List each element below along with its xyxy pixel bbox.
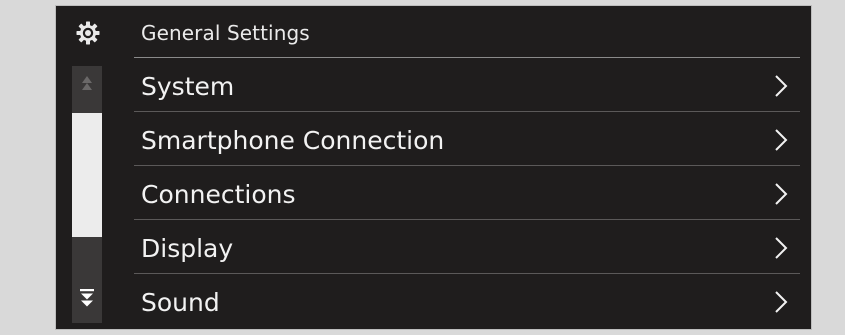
gear-icon: [76, 21, 100, 45]
scroll-down-button[interactable]: [72, 279, 102, 323]
chevron-right-icon: [774, 290, 788, 314]
chevron-right-icon: [774, 182, 788, 206]
scroll-thumb[interactable]: [72, 113, 102, 237]
menu-item-connections[interactable]: Connections: [134, 166, 800, 220]
settings-menu-list: System Smartphone Connection Connections…: [134, 58, 800, 329]
menu-item-label: Connections: [141, 180, 296, 209]
page-title: General Settings: [141, 21, 310, 45]
menu-item-label: Display: [141, 234, 234, 263]
chevron-right-icon: [774, 128, 788, 152]
scroll-up-button[interactable]: [72, 66, 102, 106]
chevron-right-icon: [774, 236, 788, 260]
menu-item-smartphone-connection[interactable]: Smartphone Connection: [134, 112, 800, 166]
scrollbar[interactable]: [72, 66, 102, 323]
menu-item-system[interactable]: System: [134, 58, 800, 112]
menu-item-sound[interactable]: Sound: [134, 274, 800, 327]
menu-item-display[interactable]: Display: [134, 220, 800, 274]
header-bar: General Settings: [56, 6, 811, 57]
menu-item-label: Sound: [141, 288, 220, 317]
chevron-right-icon: [774, 74, 788, 98]
settings-screen: General Settings System Smartphone Conne…: [56, 6, 811, 329]
menu-item-label: Smartphone Connection: [141, 126, 445, 155]
menu-item-label: System: [141, 72, 235, 101]
